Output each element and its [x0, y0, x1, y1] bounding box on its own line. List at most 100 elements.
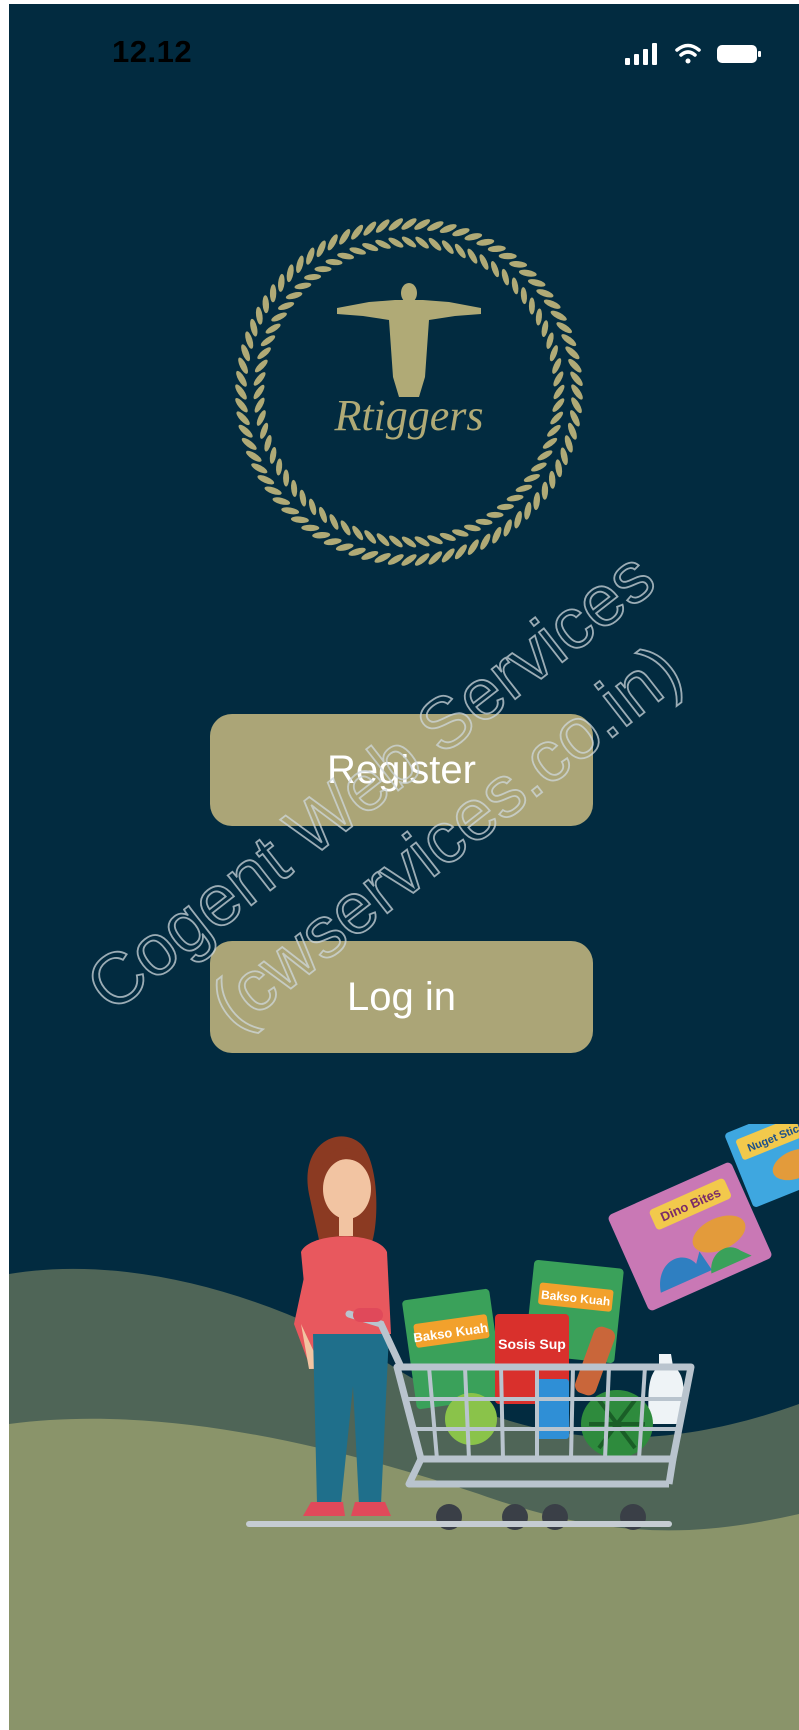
logo-brand-text: Rtiggers — [333, 391, 483, 440]
laurel-leaf — [235, 397, 248, 413]
laurel-leaf — [492, 526, 502, 544]
laurel-leaf — [570, 371, 583, 387]
laurel-leaf — [363, 221, 377, 236]
laurel-leaf — [283, 469, 290, 487]
shopping-illustration: Nuget Stick Dino Bites Bakso Kuah Bakso … — [9, 1124, 799, 1730]
laurel-leaf — [524, 501, 532, 520]
laurel-leaf — [550, 310, 567, 321]
laurel-leaf — [272, 497, 291, 505]
laurel-leaf — [246, 450, 262, 462]
laurel-leaf — [561, 334, 577, 347]
laurel-leaf — [314, 266, 332, 273]
laurel-leaf — [312, 531, 331, 539]
laurel-leaf — [523, 473, 540, 483]
laurel-leaf — [277, 273, 285, 292]
laurel-leaf — [269, 284, 277, 303]
laurel-leaf — [441, 240, 454, 254]
status-time: 12.12 — [112, 34, 193, 69]
laurel-leaf — [291, 479, 298, 497]
laurel-leaf — [537, 450, 553, 461]
laurel-leaf — [329, 514, 339, 530]
laurel-leaf — [294, 282, 312, 290]
laurel-leaf — [254, 359, 268, 373]
laurel-leaf — [286, 264, 294, 283]
laurel-leaf — [262, 295, 270, 314]
laurel-leaf — [536, 289, 554, 298]
laurel-leaf — [251, 463, 268, 474]
register-button[interactable]: Register — [210, 714, 593, 826]
laurel-leaf — [486, 511, 504, 518]
laurel-leaf — [351, 224, 364, 240]
laurel-leaf — [349, 247, 366, 255]
laurel-leaf — [535, 308, 542, 326]
laurel-leaf — [555, 459, 563, 478]
laurel-leaf — [339, 229, 351, 245]
laurel-leaf — [543, 299, 561, 309]
laurel-leaf — [325, 259, 343, 266]
christ-statue-icon — [337, 283, 481, 397]
laurel-leaf — [253, 372, 266, 386]
laurel-leaf — [503, 519, 512, 537]
laurel-leaf — [257, 347, 271, 360]
laurel-leaf — [568, 358, 582, 373]
laurel-leaf — [376, 533, 390, 547]
logo-emblem: Rtiggers — [235, 218, 583, 566]
laurel-leaf — [264, 435, 272, 452]
laurel-leaf — [269, 447, 277, 464]
laurel-leaf — [528, 297, 535, 315]
laurel-leaf — [476, 238, 495, 246]
laurel-leaf — [552, 398, 565, 412]
login-button[interactable]: Log in — [210, 941, 593, 1053]
laurel-leaf — [487, 245, 506, 253]
wifi-icon — [675, 43, 701, 64]
laurel-leaf — [278, 301, 295, 311]
laurel-leaf — [565, 346, 580, 360]
laurel-leaf — [496, 503, 514, 510]
laurel-leaf — [454, 544, 467, 560]
laurel-leaf — [285, 291, 303, 300]
laurel-leaf — [327, 234, 338, 251]
laurel-leaf — [364, 530, 377, 544]
laurel-leaf — [452, 529, 469, 537]
laurel-leaf — [475, 518, 493, 525]
laurel-leaf — [501, 268, 510, 286]
laurel-leaf — [479, 254, 489, 270]
laurel-leaf — [236, 411, 250, 426]
laurel-leaf — [414, 553, 430, 566]
laurel-leaf — [511, 277, 519, 295]
laurel-leaf — [467, 539, 479, 555]
laurel-leaf — [542, 437, 558, 449]
laurel-leaf — [257, 475, 275, 485]
laurel-leaf — [335, 543, 354, 551]
laurel-leaf — [490, 261, 500, 278]
laurel-leaf — [375, 219, 390, 233]
status-icons — [625, 42, 765, 71]
signal-icon — [625, 43, 657, 65]
battery-icon — [717, 45, 761, 63]
laurel-leaf — [556, 322, 572, 334]
laurel-leaf — [506, 494, 524, 502]
product-pack-bakso-kuah: Bakso Kuah — [402, 1288, 504, 1410]
laurel-leaf — [428, 551, 443, 565]
status-icons-svg — [625, 43, 761, 65]
laurel-leaf — [276, 458, 283, 476]
laurel-leaf — [527, 279, 546, 287]
laurel-leaf — [520, 287, 527, 305]
laurel-leaf — [389, 535, 403, 548]
laurel-leaf — [340, 520, 351, 536]
laurel-leaf — [560, 447, 568, 466]
laurel-leaf — [318, 506, 328, 523]
laurel-leaf — [323, 538, 342, 546]
laurel-leaf — [306, 247, 315, 265]
laurel-leaf — [547, 424, 561, 437]
laurel-leaf — [250, 318, 258, 337]
laurel-leaf — [515, 484, 533, 493]
svg-text:Sosis Sup: Sosis Sup — [498, 1336, 566, 1352]
laurel-leaf — [533, 492, 541, 511]
laurel-leaf — [308, 498, 317, 516]
laurel-leaf — [304, 274, 322, 281]
laurel-leaf — [290, 516, 309, 524]
laurel-leaf — [265, 323, 281, 334]
laurel-leaf — [550, 411, 564, 425]
laurel-leaf — [271, 312, 287, 322]
